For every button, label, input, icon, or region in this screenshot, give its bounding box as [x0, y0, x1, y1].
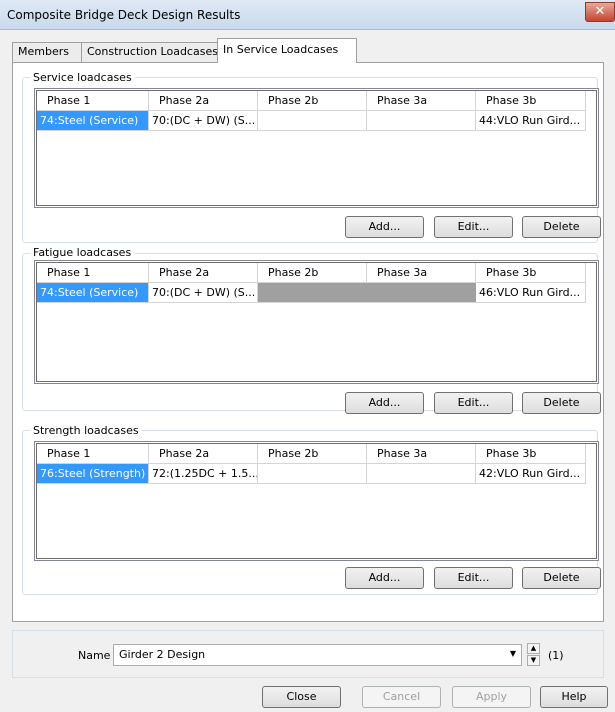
column-header[interactable]: Phase 2a [149, 263, 258, 283]
column-header[interactable]: Phase 3b [476, 263, 586, 283]
table-row[interactable]: 74:Steel (Service) 70:(DC + DW) (S... 46… [37, 283, 600, 303]
fatigue-grid-header: Phase 1 Phase 2a Phase 2b Phase 3a Phase… [37, 263, 600, 283]
table-row[interactable]: 74:Steel (Service) 70:(DC + DW) (S... 44… [37, 111, 600, 131]
column-header[interactable]: Phase 2b [258, 91, 367, 111]
table-cell[interactable]: 42:VLO Run Gird... [476, 464, 586, 484]
apply-button[interactable]: Apply [452, 686, 531, 708]
table-cell[interactable]: 46:VLO Run Gird... [476, 283, 586, 303]
column-header[interactable]: Phase 1 [37, 263, 149, 283]
name-count: (1) [548, 649, 564, 662]
title-bar: Composite Bridge Deck Design Results ✕ [0, 0, 615, 30]
column-header[interactable]: Phase 1 [37, 91, 149, 111]
fatigue-group-label: Fatigue loadcases [30, 246, 135, 259]
fatigue-add-button[interactable]: Add... [345, 392, 424, 414]
table-cell[interactable]: 74:Steel (Service) [37, 283, 149, 303]
fatigue-edit-button[interactable]: Edit... [434, 392, 513, 414]
close-window-icon[interactable]: ✕ [585, 2, 615, 22]
column-header[interactable]: Phase 3a [367, 91, 476, 111]
column-header[interactable]: Phase 3a [367, 444, 476, 464]
table-cell[interactable]: 76:Steel (Strength) [37, 464, 149, 484]
service-grid-header: Phase 1 Phase 2a Phase 2b Phase 3a Phase… [37, 91, 600, 111]
table-cell[interactable]: 74:Steel (Service) [37, 111, 149, 131]
tab-in-service-loadcases[interactable]: In Service Loadcases [217, 38, 357, 63]
spin-up-icon[interactable]: ▲ [527, 643, 540, 654]
strength-delete-button[interactable]: Delete [522, 567, 601, 589]
name-value: Girder 2 Design [119, 648, 206, 661]
column-header[interactable]: Phase 2b [258, 263, 367, 283]
table-row[interactable]: 76:Steel (Strength) 72:(1.25DC + 1.5... … [37, 464, 600, 484]
service-grid[interactable]: Phase 1 Phase 2a Phase 2b Phase 3a Phase… [34, 88, 599, 208]
service-delete-button[interactable]: Delete [522, 216, 601, 238]
strength-edit-button[interactable]: Edit... [434, 567, 513, 589]
table-cell[interactable]: 70:(DC + DW) (S... [149, 111, 258, 131]
service-group-label: Service loadcases [30, 71, 135, 84]
column-header[interactable]: Phase 3a [367, 263, 476, 283]
strength-grid-header: Phase 1 Phase 2a Phase 2b Phase 3a Phase… [37, 444, 600, 464]
cancel-button[interactable]: Cancel [362, 686, 441, 708]
name-combobox[interactable]: Girder 2 Design ▼ [113, 644, 522, 666]
table-cell-disabled [258, 283, 367, 303]
strength-group-label: Strength loadcases [30, 424, 142, 437]
table-cell[interactable] [367, 111, 476, 131]
spin-down-icon[interactable]: ▼ [527, 655, 540, 666]
dropdown-arrow-icon[interactable]: ▼ [510, 649, 516, 658]
close-button[interactable]: Close [262, 686, 341, 708]
window-title: Composite Bridge Deck Design Results [7, 8, 241, 22]
table-cell[interactable]: 72:(1.25DC + 1.5... [149, 464, 258, 484]
column-header[interactable]: Phase 2b [258, 444, 367, 464]
strength-add-button[interactable]: Add... [345, 567, 424, 589]
table-cell[interactable]: 44:VLO Run Gird... [476, 111, 586, 131]
help-button[interactable]: Help [540, 686, 608, 708]
name-label: Name [78, 649, 111, 662]
strength-grid[interactable]: Phase 1 Phase 2a Phase 2b Phase 3a Phase… [34, 441, 599, 561]
table-cell-disabled [367, 283, 476, 303]
table-cell[interactable] [258, 111, 367, 131]
tab-construction-loadcases[interactable]: Construction Loadcases [81, 42, 218, 62]
table-cell[interactable] [258, 464, 367, 484]
table-cell[interactable] [367, 464, 476, 484]
service-add-button[interactable]: Add... [345, 216, 424, 238]
table-cell[interactable]: 70:(DC + DW) (S... [149, 283, 258, 303]
column-header[interactable]: Phase 2a [149, 444, 258, 464]
column-header[interactable]: Phase 1 [37, 444, 149, 464]
column-header[interactable]: Phase 3b [476, 444, 586, 464]
name-spinner[interactable]: ▲ ▼ [527, 643, 540, 667]
column-header[interactable]: Phase 2a [149, 91, 258, 111]
service-edit-button[interactable]: Edit... [434, 216, 513, 238]
fatigue-delete-button[interactable]: Delete [522, 392, 601, 414]
tab-members[interactable]: Members [12, 42, 82, 62]
fatigue-grid[interactable]: Phase 1 Phase 2a Phase 2b Phase 3a Phase… [34, 260, 599, 384]
column-header[interactable]: Phase 3b [476, 91, 586, 111]
